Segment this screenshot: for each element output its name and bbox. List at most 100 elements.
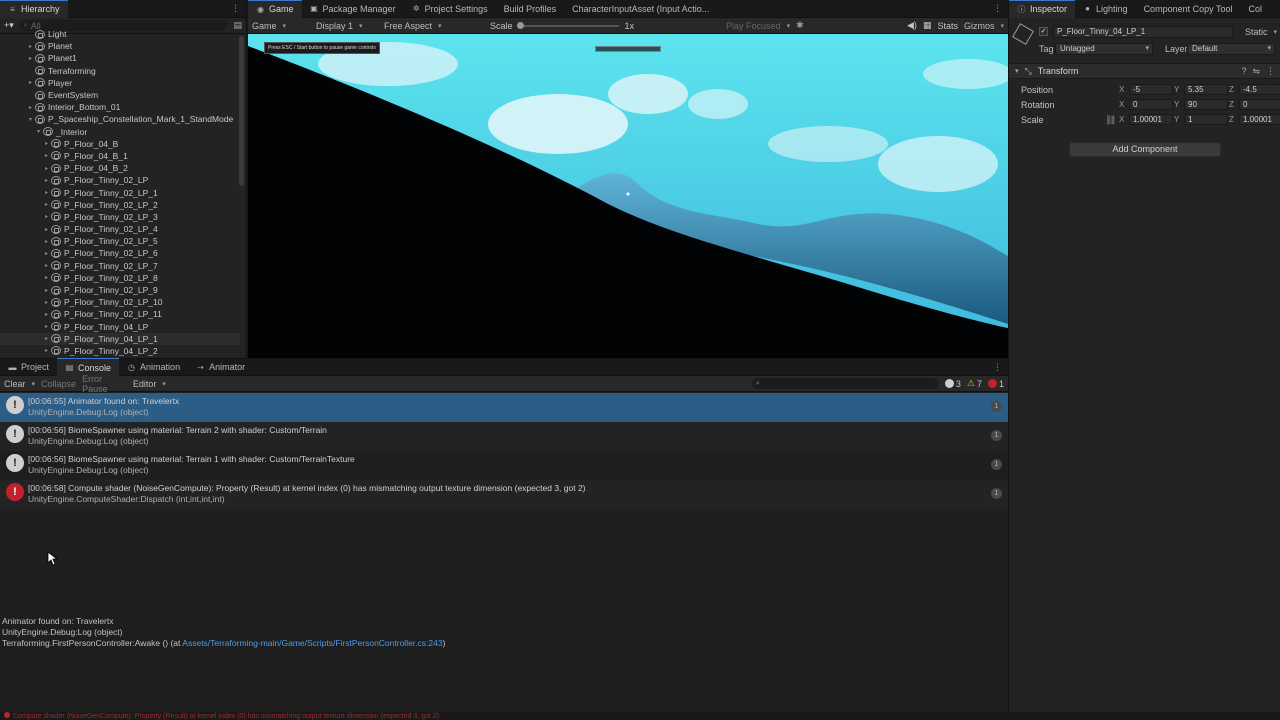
hierarchy-item[interactable]: ▸ P_Floor_Tinny_02_LP_2 [0, 199, 240, 211]
foldout-arrow-icon[interactable]: ▸ [42, 299, 51, 306]
hierarchy-item[interactable]: ▸ P_Floor_Tinny_02_LP_7 [0, 260, 240, 272]
rotation-z-field[interactable]: 0 [1239, 99, 1280, 110]
tab-package-manager[interactable]: ▣ Package Manager [302, 0, 404, 18]
active-checkbox[interactable]: ✓ [1039, 27, 1048, 36]
clear-dropdown[interactable]: Clear [4, 379, 35, 389]
scale-x-field[interactable]: 1.00001 [1129, 114, 1173, 125]
tab-col[interactable]: Col [1240, 0, 1264, 18]
scale-slider-handle[interactable] [516, 21, 524, 29]
bug-icon[interactable]: ✱ [796, 20, 804, 31]
hierarchy-item[interactable]: ▸ P_Floor_04_B_1 [0, 150, 240, 162]
foldout-arrow-icon[interactable]: ▸ [26, 55, 35, 62]
tab-animator[interactable]: ⇢ Animator [188, 358, 253, 376]
add-component-button[interactable]: Add Component [1069, 142, 1221, 157]
foldout-arrow-icon[interactable]: ▸ [42, 140, 51, 147]
rotation-x-field[interactable]: 0 [1129, 99, 1173, 110]
script-link[interactable]: Assets/Terraforming-main/Game/Scripts/Fi… [182, 638, 442, 648]
foldout-arrow-icon[interactable]: ▸ [42, 311, 51, 318]
position-y-field[interactable]: 5.35 [1184, 84, 1228, 95]
rotation-y-field[interactable]: 90 [1184, 99, 1228, 110]
scale-y-field[interactable]: 1 [1184, 114, 1228, 125]
position-z-field[interactable]: -4.5 [1239, 84, 1280, 95]
hierarchy-item[interactable]: ▸ P_Floor_Tinny_02_LP_11 [0, 308, 240, 320]
link-icon[interactable]: ⛓ [1105, 115, 1116, 126]
error-pause-button[interactable]: Error Pause [82, 374, 127, 394]
foldout-arrow-icon[interactable]: ▸ [26, 43, 35, 50]
foldout-arrow-icon[interactable]: ▸ [42, 201, 51, 208]
tab-build-profiles[interactable]: Build Profiles [496, 0, 565, 18]
audio-icon[interactable]: ◀) [907, 20, 917, 31]
tab-project-settings[interactable]: ✲ Project Settings [404, 0, 496, 18]
hierarchy-item[interactable]: ▾ P_Spaceship_Constellation_Mark_1_StandM… [0, 113, 240, 125]
console-menu-icon[interactable]: ⋮ [993, 362, 1002, 373]
help-icon[interactable]: ? [1241, 66, 1246, 76]
foldout-arrow-icon[interactable]: ▸ [42, 226, 51, 233]
tab-animation[interactable]: ◷ Animation [119, 358, 188, 376]
warning-count-toggle[interactable]: ⚠ 7 [967, 378, 982, 389]
hierarchy-item[interactable]: ▾ _Interior [0, 126, 240, 138]
hierarchy-item[interactable]: ▸ P_Floor_Tinny_04_LP [0, 321, 240, 333]
hierarchy-item[interactable]: ▸ P_Floor_Tinny_02_LP_1 [0, 186, 240, 198]
collapse-button[interactable]: Collapse [41, 379, 76, 389]
hierarchy-item[interactable]: ▸ Interior_Bottom_01 [0, 101, 240, 113]
hierarchy-item[interactable]: ▸ P_Floor_Tinny_02_LP [0, 174, 240, 186]
foldout-arrow-icon[interactable]: ▸ [42, 323, 51, 330]
foldout-arrow-icon[interactable]: ▸ [42, 152, 51, 159]
hierarchy-item[interactable]: ▸ Planet1 [0, 52, 240, 64]
foldout-arrow-icon[interactable]: ▸ [26, 79, 35, 86]
gizmos-dropdown[interactable]: Gizmos [964, 21, 1004, 31]
foldout-arrow-icon[interactable]: ▸ [42, 335, 51, 342]
foldout-arrow-icon[interactable]: ▸ [42, 274, 51, 281]
console-log-entry[interactable]: ! [00:06:56] BiomeSpawner using material:… [0, 422, 1008, 451]
info-count-toggle[interactable]: 3 [944, 379, 961, 389]
foldout-arrow-icon[interactable]: ▾ [26, 116, 35, 123]
tab-game[interactable]: ◉ Game [248, 0, 302, 18]
hierarchy-item[interactable]: ▸ Planet [0, 40, 240, 52]
foldout-arrow-icon[interactable]: ▸ [42, 177, 51, 184]
tab-hierarchy[interactable]: ≡ Hierarchy [0, 0, 68, 18]
display-dropdown[interactable]: Display 1 [316, 21, 378, 31]
foldout-arrow-icon[interactable]: ▸ [42, 238, 51, 245]
scale-slider[interactable] [516, 21, 619, 29]
hierarchy-item[interactable]: ▸ Player [0, 77, 240, 89]
foldout-arrow-icon[interactable]: ▸ [42, 250, 51, 257]
stats-button[interactable]: Stats [937, 21, 958, 31]
scale-z-field[interactable]: 1.00001 [1239, 114, 1280, 125]
foldout-arrow-icon[interactable]: ▸ [42, 287, 51, 294]
tab-character-input-asset[interactable]: CharacterInputAsset (Input Actio... [564, 0, 717, 18]
hierarchy-item[interactable]: EventSystem [0, 89, 240, 101]
tag-dropdown[interactable]: Untagged [1055, 43, 1153, 55]
component-menu-icon[interactable]: ⋮ [1266, 66, 1275, 77]
console-search-input[interactable]: ⌕ [751, 378, 939, 389]
hierarchy-item[interactable]: ▸ P_Floor_Tinny_02_LP_8 [0, 272, 240, 284]
hierarchy-item[interactable]: ▸ P_Floor_Tinny_04_LP_1 [0, 332, 240, 345]
game-mode-dropdown[interactable]: Game [252, 21, 310, 31]
preset-icon[interactable]: ⇋ [1252, 66, 1260, 77]
tab-inspector[interactable]: ⓘ Inspector [1009, 0, 1076, 18]
foldout-arrow-icon[interactable]: ▸ [42, 165, 51, 172]
hierarchy-item[interactable]: ▸ P_Floor_Tinny_02_LP_9 [0, 284, 240, 296]
console-log-entry[interactable]: ! [00:06:56] BiomeSpawner using material:… [0, 451, 1008, 480]
hierarchy-item[interactable]: ▸ P_Floor_04_B_2 [0, 162, 240, 174]
hierarchy-item[interactable]: ▸ P_Floor_Tinny_04_LP_2 [0, 345, 240, 357]
layer-dropdown[interactable]: Default [1187, 43, 1275, 55]
play-focused-dropdown[interactable]: Play Focused [726, 21, 790, 31]
hierarchy-scrollbar[interactable] [239, 36, 244, 186]
hierarchy-item[interactable]: ▸ P_Floor_Tinny_02_LP_10 [0, 296, 240, 308]
hierarchy-item[interactable]: Light [0, 28, 240, 40]
console-log-entry[interactable]: ! [00:06:58] Compute shader (NoiseGenComp… [0, 480, 1008, 509]
status-bar[interactable]: Compute shader (NoiseGenCompute): Proper… [0, 712, 1280, 720]
editor-dropdown[interactable]: Editor [133, 379, 166, 389]
game-viewport[interactable]: Press ESC / Start button to pause game c… [248, 34, 1008, 358]
tab-component-copy-tool[interactable]: Component Copy Tool [1136, 0, 1241, 18]
foldout-arrow-icon[interactable]: ▾ [34, 128, 43, 135]
error-count-toggle[interactable]: 1 [987, 379, 1004, 389]
grid-icon[interactable]: ▦ [923, 20, 932, 31]
hierarchy-item[interactable]: ▸ P_Floor_04_B [0, 138, 240, 150]
tab-lighting[interactable]: ● Lighting [1075, 0, 1136, 18]
static-dropdown[interactable]: Static [1245, 27, 1277, 37]
console-log-entry[interactable]: ! [00:06:55] Animator found on: Travelert… [0, 393, 1008, 422]
aspect-dropdown[interactable]: Free Aspect [384, 21, 484, 31]
hierarchy-item[interactable]: ▸ P_Floor_Tinny_02_LP_3 [0, 211, 240, 223]
foldout-arrow-icon[interactable]: ▸ [26, 104, 35, 111]
